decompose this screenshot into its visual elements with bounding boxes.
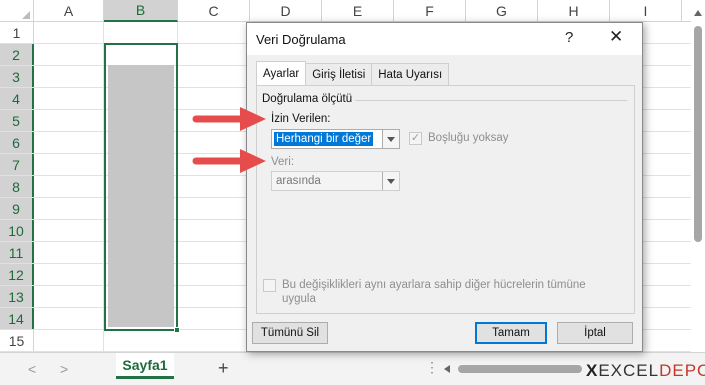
section-divider <box>355 100 627 101</box>
cell[interactable] <box>34 66 104 87</box>
cell[interactable] <box>104 22 178 43</box>
horizontal-scroll-thumb[interactable] <box>458 365 582 373</box>
data-dropdown-value: arasında <box>276 175 321 187</box>
column-header-f[interactable]: F <box>394 0 466 22</box>
column-header-c[interactable]: C <box>178 0 250 22</box>
data-validation-dialog: Veri Doğrulama ? ✕ Ayarlar Giriş İletisi… <box>246 22 643 352</box>
row-header[interactable]: 15 <box>0 330 34 351</box>
cell[interactable] <box>34 198 104 219</box>
row-header[interactable]: 6 <box>0 132 34 153</box>
sheet-tab-sayfa1[interactable]: Sayfa1 <box>116 353 174 379</box>
tab-settings[interactable]: Ayarlar <box>256 61 307 85</box>
chevron-down-icon[interactable] <box>382 130 399 148</box>
red-arrow-allow <box>192 107 266 131</box>
brand-x: X <box>586 361 599 380</box>
cell[interactable] <box>34 44 104 65</box>
tab-input-message[interactable]: Giriş İletisi <box>305 63 373 85</box>
selected-range-b2-b14[interactable] <box>104 43 180 333</box>
dialog-title-bar[interactable]: Veri Doğrulama ? ✕ <box>247 23 642 55</box>
cell[interactable] <box>34 132 104 153</box>
tab-error-alert[interactable]: Hata Uyarısı <box>371 63 450 85</box>
excel-depo-logo: XEXCELDEPO <box>586 361 705 381</box>
row-header[interactable]: 12 <box>0 264 34 285</box>
cell[interactable] <box>34 176 104 197</box>
apply-to-all-checkbox[interactable] <box>263 279 276 292</box>
add-sheet-icon[interactable]: + <box>218 358 229 379</box>
data-dropdown[interactable]: arasında <box>271 171 400 191</box>
cell[interactable] <box>34 220 104 241</box>
close-icon[interactable]: ✕ <box>609 27 623 47</box>
cell[interactable] <box>34 154 104 175</box>
column-header-i[interactable]: I <box>610 0 682 22</box>
data-label: Veri: <box>271 156 295 168</box>
scroll-up-icon[interactable] <box>694 10 702 16</box>
tab-split-handle-icon[interactable]: ⋮ <box>425 359 439 376</box>
fill-handle[interactable] <box>174 327 180 333</box>
row-header[interactable]: 8 <box>0 176 34 197</box>
help-icon[interactable]: ? <box>565 29 573 46</box>
vertical-scroll-thumb[interactable] <box>694 26 702 242</box>
prev-sheet-icon[interactable]: < <box>28 361 36 377</box>
next-sheet-icon[interactable]: > <box>60 361 68 377</box>
ignore-blank-label: Boşluğu yoksay <box>428 132 509 144</box>
chevron-down-icon[interactable] <box>382 172 399 190</box>
cell[interactable] <box>34 286 104 307</box>
ok-button[interactable]: Tamam <box>475 322 547 344</box>
validation-criteria-heading: Doğrulama ölçütü <box>262 93 353 105</box>
row-header[interactable]: 2 <box>0 44 34 65</box>
cancel-button[interactable]: İptal <box>557 322 633 344</box>
scroll-left-icon[interactable] <box>444 365 450 373</box>
select-all-corner[interactable] <box>0 0 34 22</box>
column-header-g[interactable]: G <box>466 0 538 22</box>
allow-dropdown[interactable]: Herhangi bir değer <box>271 129 400 149</box>
cell[interactable] <box>178 22 250 43</box>
cell[interactable] <box>34 330 104 351</box>
cell[interactable] <box>34 242 104 263</box>
dialog-tabs: Ayarlar Giriş İletisi Hata Uyarısı <box>256 61 450 85</box>
dialog-title: Veri Doğrulama <box>256 32 346 47</box>
allow-label: İzin Verilen: <box>271 113 331 125</box>
sheet-tab-bar: < > Sayfa1 + ⋮ XEXCELDEPO <box>0 352 705 385</box>
row-header[interactable]: 11 <box>0 242 34 263</box>
horizontal-scrollbar[interactable] <box>444 363 589 375</box>
red-arrow-data <box>192 149 266 173</box>
row-header[interactable]: 9 <box>0 198 34 219</box>
cell[interactable] <box>34 22 104 43</box>
column-header-d[interactable]: D <box>250 0 322 22</box>
selected-range-fill <box>108 65 174 327</box>
allow-dropdown-value: Herhangi bir değer <box>274 132 374 146</box>
row-header[interactable]: 7 <box>0 154 34 175</box>
column-header-h[interactable]: H <box>538 0 610 22</box>
row-header[interactable]: 4 <box>0 88 34 109</box>
brand-depo: DEPO <box>659 361 705 380</box>
cell[interactable] <box>34 110 104 131</box>
apply-to-all-label: Bu değişiklikleri aynı ayarlara sahip di… <box>282 279 586 305</box>
column-header-b[interactable]: B <box>104 0 178 22</box>
ignore-blank-checkbox[interactable] <box>409 132 422 145</box>
vertical-scrollbar[interactable] <box>691 0 705 352</box>
row-header[interactable]: 5 <box>0 110 34 131</box>
row-header[interactable]: 1 <box>0 22 34 43</box>
column-headers: A B C D E F G H I <box>0 0 705 22</box>
row-header[interactable]: 3 <box>0 66 34 87</box>
column-header-a[interactable]: A <box>34 0 104 22</box>
cell[interactable] <box>34 264 104 285</box>
column-header-e[interactable]: E <box>322 0 394 22</box>
row-header[interactable]: 10 <box>0 220 34 241</box>
clear-all-button[interactable]: Tümünü Sil <box>252 322 328 344</box>
cell[interactable] <box>34 308 104 329</box>
brand-excel: EXCEL <box>598 361 660 380</box>
row-header[interactable]: 14 <box>0 308 34 329</box>
cell[interactable] <box>34 88 104 109</box>
row-header[interactable]: 13 <box>0 286 34 307</box>
settings-panel: Doğrulama ölçütü İzin Verilen: Herhangi … <box>256 85 635 314</box>
